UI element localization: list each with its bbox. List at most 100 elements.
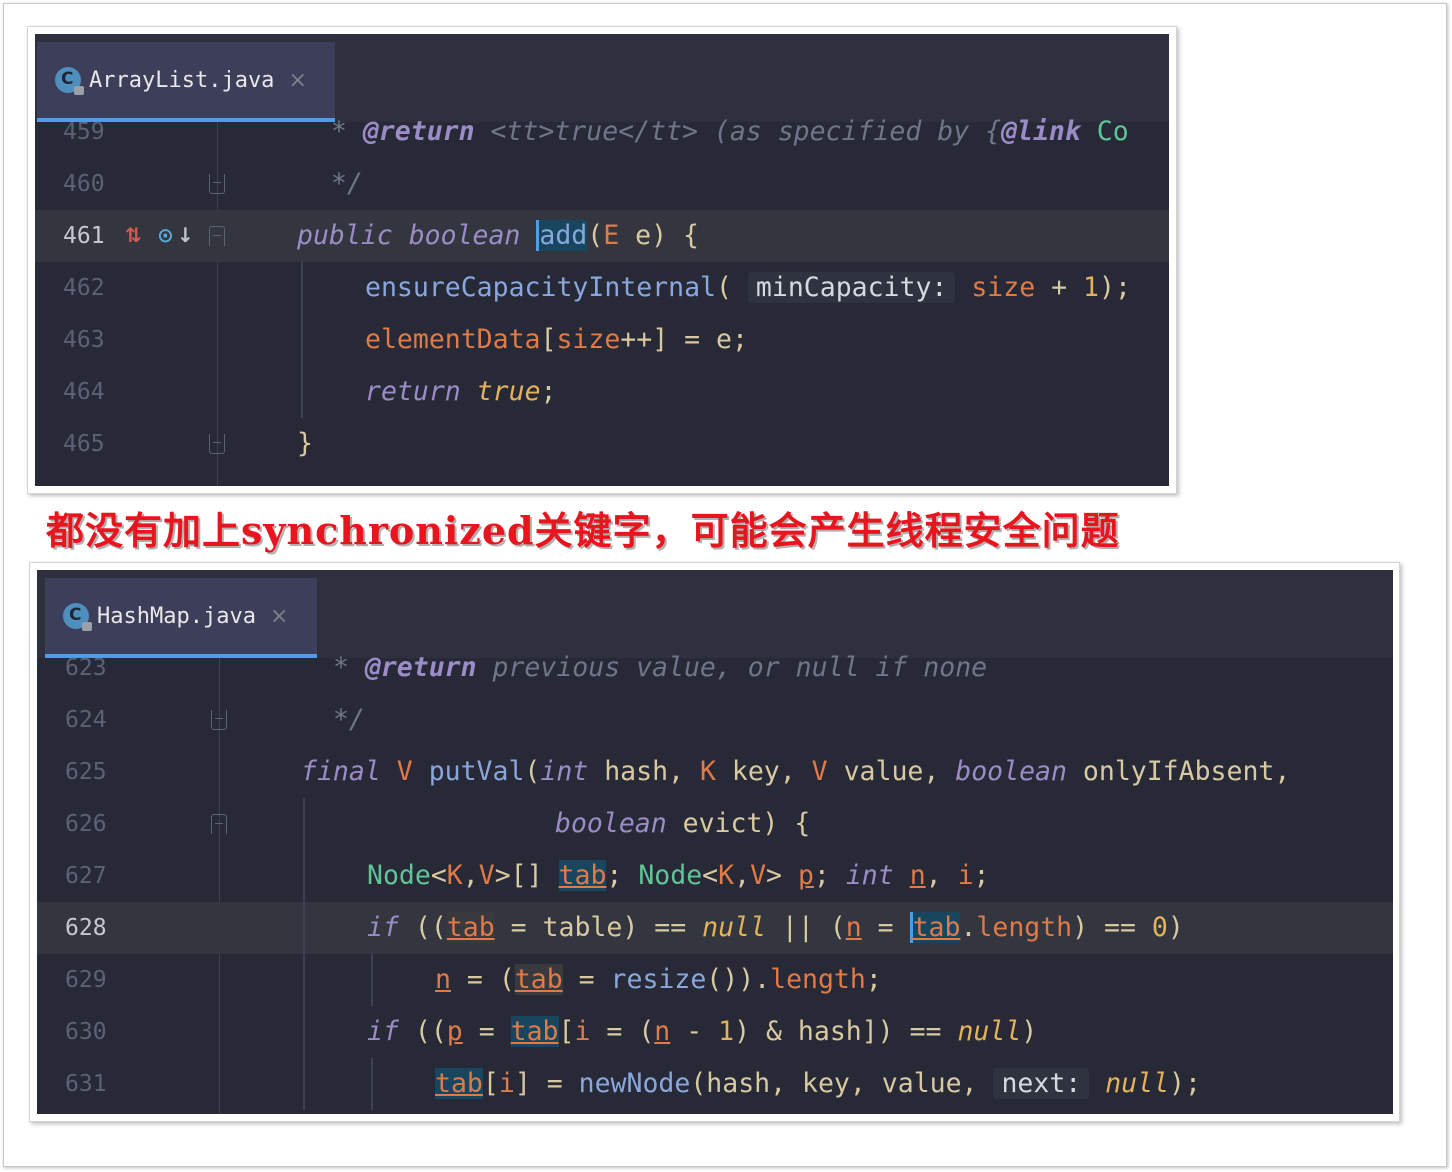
- arraylist-code-area[interactable]: 459 * @return <tt>true</tt> (as specifie…: [35, 116, 1169, 486]
- fold-marker-icon[interactable]: [211, 814, 227, 834]
- code-token: n: [435, 964, 451, 995]
- fold-marker-icon[interactable]: [209, 226, 225, 246]
- code-token: (: [587, 220, 604, 251]
- code-token: -: [670, 1016, 719, 1047]
- arraylist-panel: C ArrayList.java × 459 * @return <tt>tru…: [27, 26, 1177, 494]
- indent-guide: [301, 262, 303, 418]
- code-token: i: [498, 1068, 515, 1099]
- code-token: Co: [1080, 116, 1129, 147]
- implements-icon[interactable]: ⊙: [157, 223, 174, 247]
- fold-marker-icon[interactable]: [209, 174, 225, 194]
- code-line[interactable]: 462 ensureCapacityInternal( minCapacity: …: [35, 262, 1169, 314]
- code-line[interactable]: 459 * @return <tt>true</tt> (as specifie…: [35, 106, 1169, 158]
- code-token: putVal: [428, 756, 525, 787]
- arraylist-editor: C ArrayList.java × 459 * @return <tt>tru…: [35, 34, 1169, 486]
- code-token: ] =: [514, 1068, 579, 1099]
- code-token: boolean: [955, 756, 1067, 787]
- line-number: 460: [63, 171, 105, 197]
- code-token: size: [556, 324, 621, 355]
- code-token: length: [770, 964, 866, 995]
- fold-marker-icon[interactable]: [209, 434, 225, 454]
- code-token: ((: [398, 912, 447, 943]
- code-line[interactable]: 628 if ((tab = table) == null || (n = tab…: [37, 902, 1393, 954]
- code-line[interactable]: 631 tab[i] = newNode(hash, key, value, ne…: [37, 1058, 1393, 1110]
- lock-icon: [82, 622, 92, 631]
- code-line[interactable]: 464 return true;: [35, 366, 1169, 418]
- code-line[interactable]: 623 * @return previous value, or null if…: [37, 642, 1393, 694]
- code-token: int: [845, 860, 894, 891]
- code-token: length: [976, 912, 1073, 943]
- code-token: true: [476, 376, 541, 407]
- code-text: Node<K,V>[] tab; Node<K,V> p; int n, i;: [367, 850, 990, 902]
- code-token: [: [558, 1016, 575, 1047]
- code-token: table: [542, 912, 623, 943]
- code-token: e) {: [619, 220, 699, 251]
- close-icon[interactable]: ×: [288, 68, 306, 93]
- line-number: 624: [65, 707, 107, 733]
- code-token: (: [524, 756, 541, 787]
- code-line[interactable]: 630 if ((p = tab[i = (n - 1) & hash]) == …: [37, 1006, 1393, 1058]
- code-token: hash,: [588, 756, 700, 787]
- code-text: public boolean add(E e) {: [297, 210, 699, 262]
- code-line[interactable]: 629 n = (tab = resize()).length;: [37, 954, 1393, 1006]
- code-token: ) ==: [622, 912, 703, 943]
- code-line[interactable]: 626 boolean evict) {: [37, 798, 1393, 850]
- parameter-hint: minCapacity:: [747, 272, 956, 303]
- code-text: n = (tab = resize()).length;: [435, 954, 882, 1006]
- code-text: */: [315, 158, 363, 210]
- code-token: ;: [865, 964, 882, 995]
- code-token: add: [536, 220, 588, 251]
- code-line[interactable]: 460 */: [35, 158, 1169, 210]
- line-number: 628: [65, 915, 107, 941]
- code-token: value,: [827, 756, 956, 787]
- code-token: return: [365, 376, 461, 407]
- code-token: ++] = e;: [620, 324, 748, 355]
- code-token: */: [315, 168, 363, 199]
- code-token: <: [702, 860, 719, 891]
- code-line[interactable]: 465}: [35, 418, 1169, 470]
- line-number: 463: [63, 327, 105, 353]
- code-text: tab[i] = newNode(hash, key, value, next:…: [435, 1058, 1201, 1110]
- line-number: 465: [63, 431, 105, 457]
- code-text: if ((tab = table) == null || (n = tab.le…: [367, 902, 1184, 954]
- code-token: [: [540, 324, 557, 355]
- line-number: 627: [65, 863, 107, 889]
- code-line[interactable]: 461 public boolean add(E e) {: [35, 210, 1169, 262]
- fold-marker-icon[interactable]: [211, 710, 227, 730]
- code-token: @link: [1001, 116, 1081, 147]
- hashmap-code-area[interactable]: 623 * @return previous value, or null if…: [37, 652, 1393, 1114]
- code-token: */: [317, 704, 365, 735]
- code-token: elementData: [365, 324, 541, 355]
- close-icon[interactable]: ×: [270, 604, 288, 629]
- code-token: null: [1105, 1068, 1170, 1099]
- code-token: ;: [606, 860, 639, 891]
- code-token: ): [1021, 1016, 1038, 1047]
- code-token: ;: [813, 860, 846, 891]
- code-token: boolean: [408, 220, 521, 251]
- code-token: @return: [364, 652, 477, 683]
- code-line[interactable]: 625 final V putVal(int hash, K key, V val…: [37, 746, 1393, 798]
- code-token: public: [297, 220, 393, 251]
- code-token: K: [699, 756, 716, 787]
- code-token: 1: [718, 1016, 735, 1047]
- code-token: ) & hash]) ==: [734, 1016, 958, 1047]
- code-text: }: [297, 418, 313, 470]
- code-token: *: [317, 652, 365, 683]
- down-arrow-icon[interactable]: ↓: [177, 223, 194, 247]
- code-token: ,: [925, 860, 958, 891]
- override-arrows-icon[interactable]: ⇅: [125, 223, 142, 247]
- code-line[interactable]: 624 */: [37, 694, 1393, 746]
- code-token: if: [367, 912, 399, 943]
- code-text: boolean evict) {: [555, 798, 810, 850]
- lock-icon: [74, 86, 84, 95]
- tab-label: HashMap.java: [97, 603, 256, 629]
- code-token: || (: [765, 912, 846, 943]
- code-line[interactable]: 627 Node<K,V>[] tab; Node<K,V> p; int n, …: [37, 850, 1393, 902]
- code-token: ;: [540, 376, 557, 407]
- code-line[interactable]: 463 elementData[size++] = e;: [35, 314, 1169, 366]
- code-text: ensureCapacityInternal( minCapacity: siz…: [365, 262, 1131, 314]
